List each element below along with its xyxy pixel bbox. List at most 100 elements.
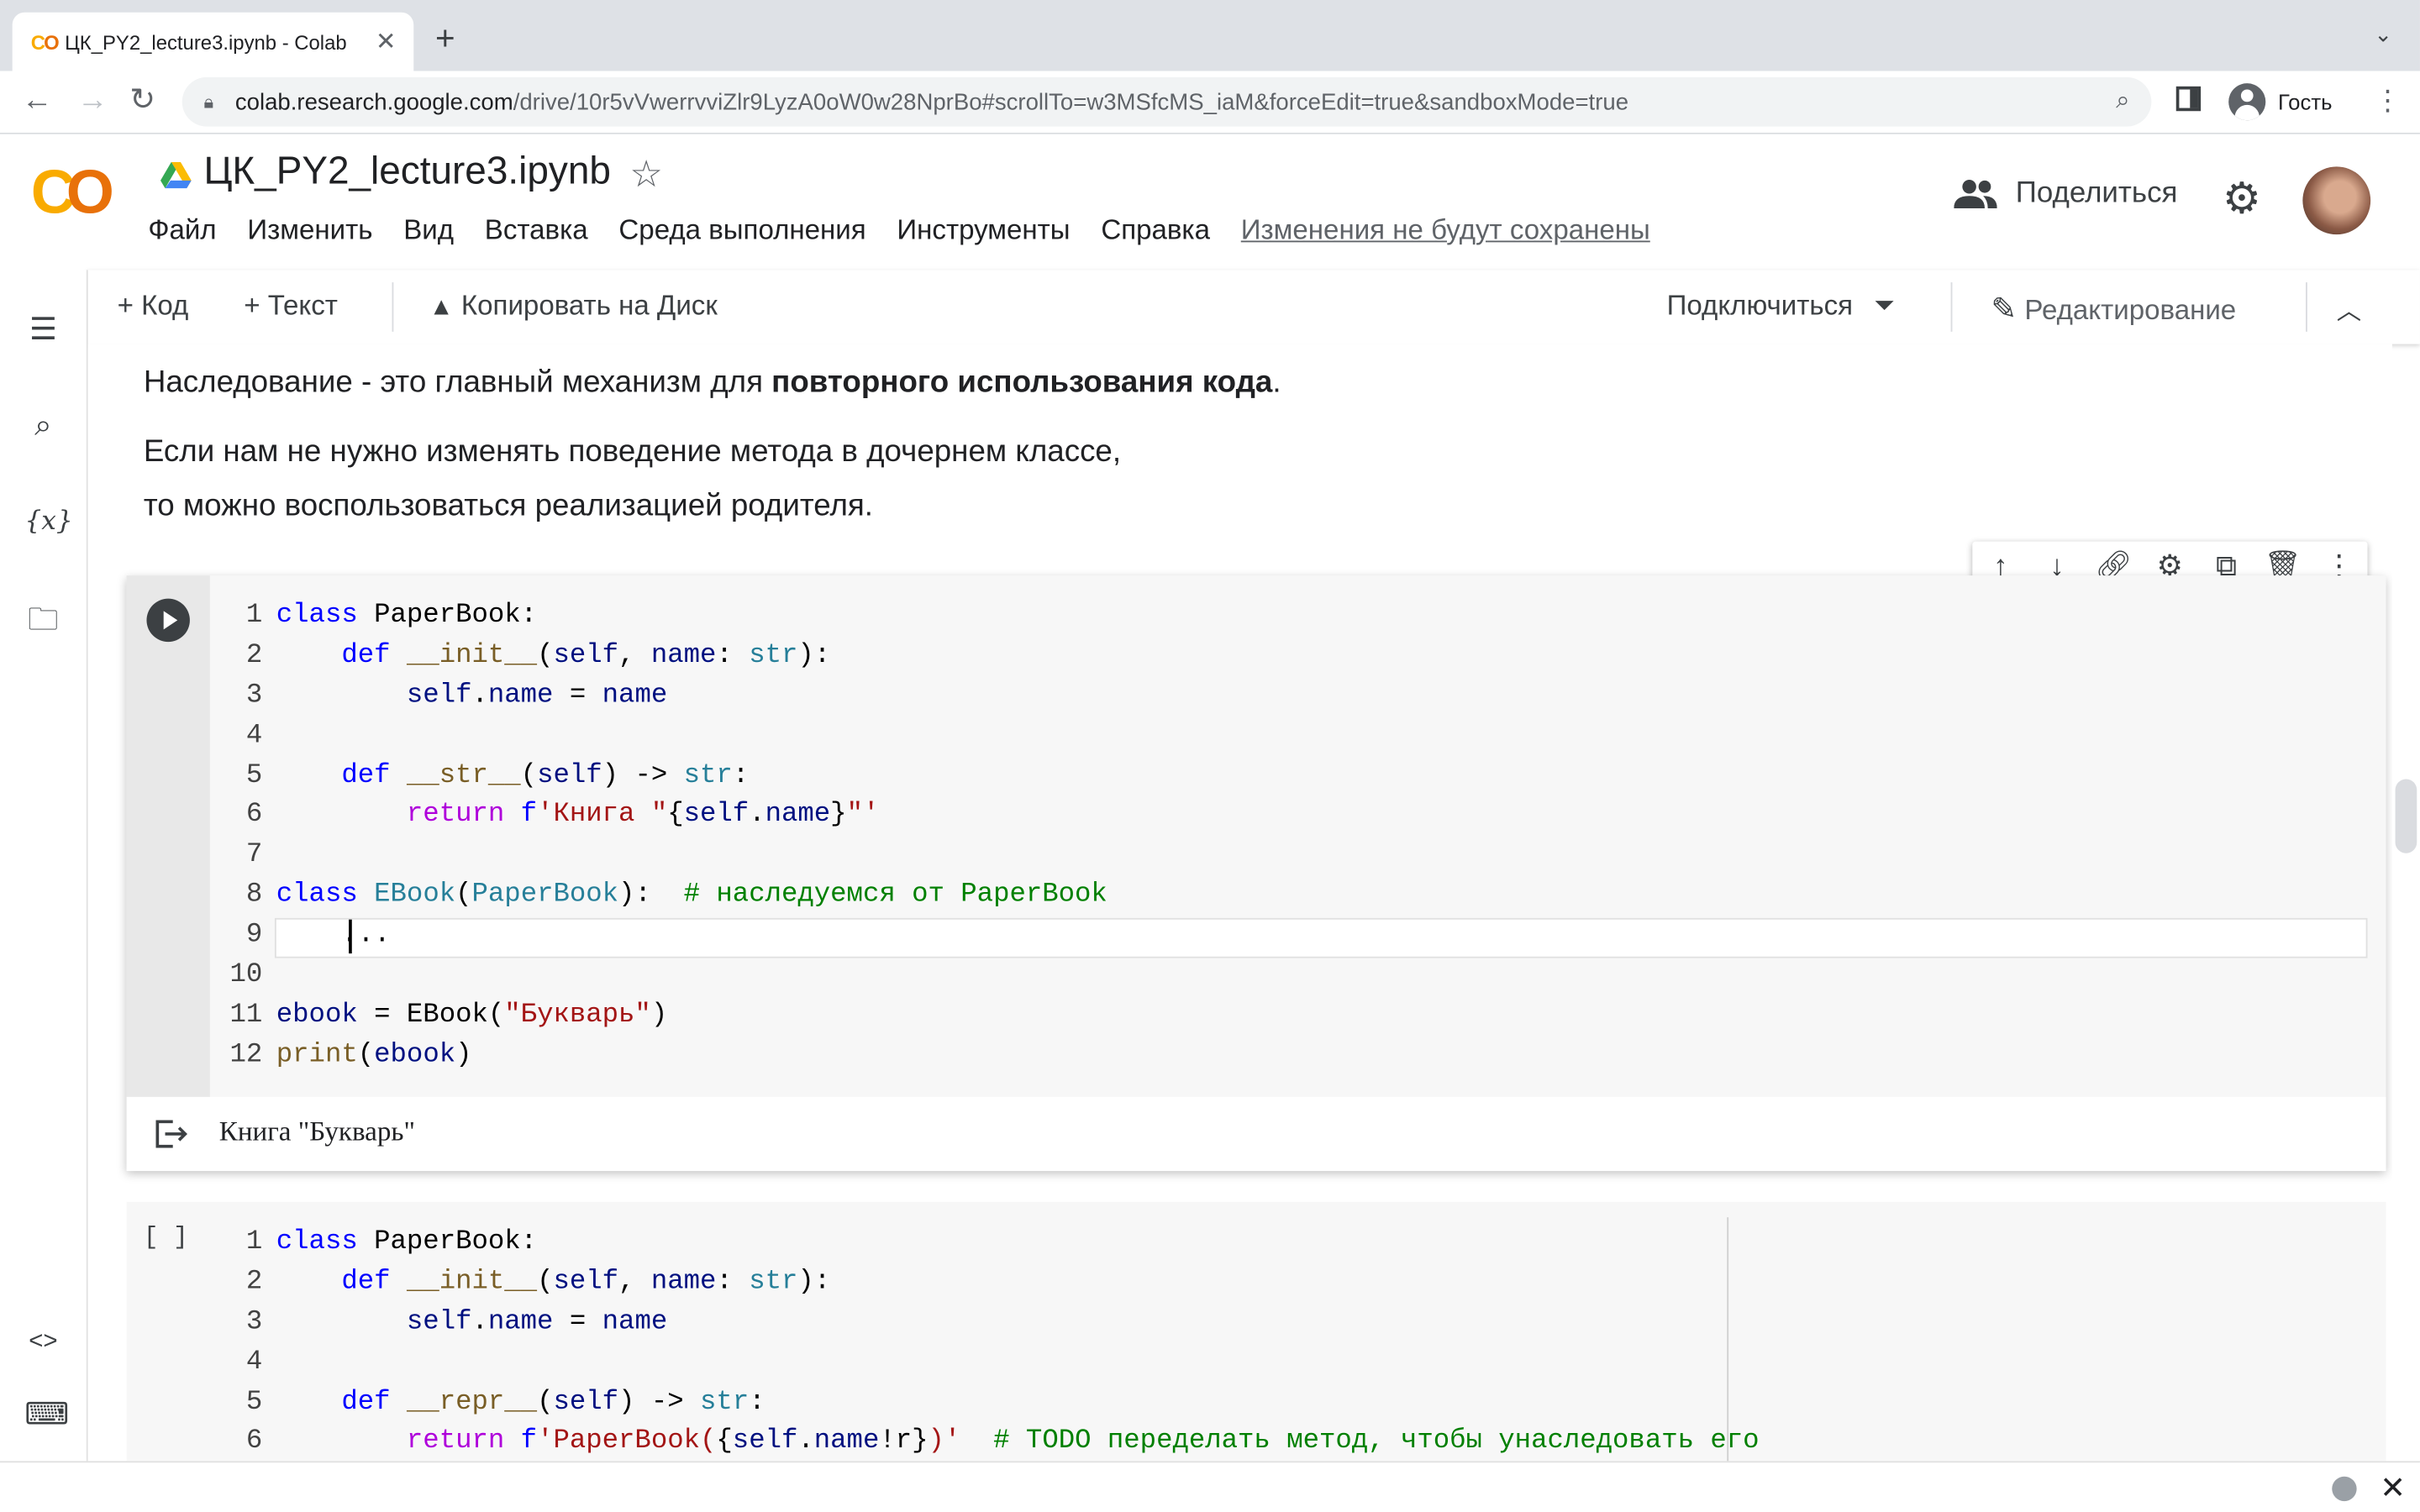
close-icon[interactable]: ✕ <box>2380 1469 2406 1508</box>
line-number: 5 <box>245 1386 263 1418</box>
add-code-button[interactable]: + Код <box>118 290 189 323</box>
text-paragraph: Наследование - это главный механизм для … <box>144 356 1281 410</box>
browser-menu-icon[interactable]: ⋮ <box>2374 87 2402 114</box>
code-line: 7 <box>210 837 2386 877</box>
line-number: 3 <box>245 680 263 711</box>
code-cell[interactable]: [ ] 1 class PaperBook: 2 def __init__(sel… <box>126 1201 2386 1462</box>
connect-button[interactable]: Подключиться <box>1667 290 1893 323</box>
terminal-icon[interactable]: ⌨︎ <box>24 1396 69 1433</box>
caret-down-icon <box>1874 301 1893 311</box>
copy-to-drive-button[interactable]: ▲ Копировать на Диск <box>429 290 718 323</box>
menu-file[interactable]: Файл <box>148 214 216 247</box>
profile-button[interactable]: Гость <box>2226 77 2351 127</box>
line-number: 11 <box>229 1000 263 1031</box>
text-line: Наследование - это главный механизм для <box>143 365 772 400</box>
code-line: 2 def __init__(self, name: str): <box>210 637 2386 677</box>
back-icon[interactable]: ← <box>22 83 53 117</box>
code-line: 1 class PaperBook: <box>210 1224 2386 1264</box>
colab-header: CO ЦК_PY2_lecture3.ipynb ☆ Файл Изменить… <box>0 134 2420 270</box>
settings-gear-icon[interactable]: ⚙ <box>2223 176 2261 220</box>
menu-tools[interactable]: Инструменты <box>897 214 1070 247</box>
code-line: 3 self.name = name <box>210 677 2386 717</box>
command-bar: + Код + Текст ▲ Копировать на Диск Подкл… <box>86 270 2420 344</box>
collapse-header-icon[interactable]: ︿ <box>2337 290 2361 327</box>
output-text: Книга "Букварь" <box>218 1115 415 1147</box>
text-cursor <box>349 919 352 954</box>
code-editor[interactable]: 1 class PaperBook: 2 def __init__(self, n… <box>210 1224 2386 1462</box>
table-of-contents-icon[interactable]: ☰ <box>24 312 61 349</box>
add-text-button[interactable]: + Текст <box>244 290 338 323</box>
code-line: 3 self.name = name <box>210 1304 2386 1344</box>
folder-icon[interactable]: 🗀︎ <box>24 601 61 638</box>
connect-label: Подключиться <box>1666 290 1854 322</box>
menu-view[interactable]: Вид <box>403 214 454 247</box>
guest-avatar-icon <box>2228 83 2266 121</box>
run-cell-button[interactable] <box>146 598 190 643</box>
cell-gutter <box>126 575 210 1097</box>
share-button[interactable]: Поделиться <box>1954 177 2177 211</box>
code-cell[interactable]: 1 class PaperBook: 2 def __init__(self, n… <box>126 575 2386 1172</box>
colab-logo[interactable]: CO <box>31 159 114 228</box>
toolbar-divider <box>2306 282 2307 332</box>
browser-tab[interactable]: CO ЦК_PY2_lecture3.ipynb - Colab ✕ <box>12 12 414 71</box>
notebook-title[interactable]: ЦК_PY2_lecture3.ipynb <box>203 150 610 194</box>
new-tab-icon[interactable]: + <box>435 21 455 55</box>
search-icon[interactable]: ⌕ <box>24 407 61 444</box>
text-line: Если нам не нужно изменять поведение мет… <box>143 434 1122 470</box>
line-number: 2 <box>245 640 263 671</box>
code-line: 4 <box>210 1343 2386 1383</box>
zoom-icon[interactable]: ⌕ <box>2116 88 2129 116</box>
colab-favicon-icon: CO <box>30 29 60 54</box>
lock-icon: 🔒︎ <box>203 90 214 113</box>
reload-icon[interactable]: ↻ <box>129 83 155 117</box>
active-line-highlight <box>274 918 2368 958</box>
forward-icon[interactable]: → <box>77 83 108 117</box>
code-editor[interactable]: 1 class PaperBook: 2 def __init__(self, n… <box>210 597 2386 1077</box>
drive-icon[interactable] <box>160 161 192 190</box>
status-bar: ✕ <box>0 1461 2420 1512</box>
profile-label: Гость <box>2277 89 2333 114</box>
cell-output: Книга "Букварь" <box>126 1096 2386 1172</box>
line-number: 5 <box>245 759 263 791</box>
line-number: 1 <box>245 600 263 632</box>
menu-help[interactable]: Справка <box>1101 214 1210 247</box>
output-icon[interactable] <box>155 1119 188 1150</box>
line-number: 6 <box>245 800 263 831</box>
line-number: 6 <box>245 1425 263 1457</box>
side-panel-icon[interactable] <box>2175 86 2202 112</box>
address-bar[interactable]: 🔒︎ colab.research.google.com/drive/10r5v… <box>182 76 2152 127</box>
drive-small-icon: ▲ <box>429 294 454 322</box>
code-line: 2 def __init__(self, name: str): <box>210 1263 2386 1304</box>
menu-runtime[interactable]: Среда выполнения <box>618 214 865 247</box>
notebook-area: Наследование - это главный механизм для … <box>87 344 2392 1462</box>
text-paragraph: Если нам не нужно изменять поведение мет… <box>144 426 1281 534</box>
line-number: 4 <box>245 720 263 751</box>
close-tab-icon[interactable]: ✕ <box>373 26 397 57</box>
code-line: 8 class EBook(PaperBook): # наследуемся о… <box>210 877 2386 917</box>
browser-toolbar: ← → ↻ 🔒︎ colab.research.google.com/drive… <box>0 71 2420 134</box>
browser-tabstrip: CO ЦК_PY2_lecture3.ipynb - Colab ✕ + ⌄ <box>0 0 2420 71</box>
star-icon[interactable]: ☆ <box>629 153 663 197</box>
left-sidebar: ☰ ⌕ {x} 🗀︎ <> ⌨︎ <box>0 270 88 1512</box>
code-snippets-icon[interactable]: <> <box>24 1324 61 1361</box>
menu-edit[interactable]: Изменить <box>247 214 372 247</box>
editing-label: Редактирование <box>2024 294 2237 326</box>
menu-bar: Файл Изменить Вид Вставка Среда выполнен… <box>148 214 1681 247</box>
menu-insert[interactable]: Вставка <box>485 214 588 247</box>
chevron-down-icon[interactable]: ⌄ <box>2374 22 2392 48</box>
execution-count[interactable]: [ ] <box>144 1224 188 1252</box>
line-number: 1 <box>245 1226 263 1257</box>
line-number: 7 <box>245 839 263 871</box>
editing-mode-button[interactable]: ✎ Редактирование <box>1991 290 2236 328</box>
user-avatar[interactable] <box>2302 166 2371 235</box>
code-line: 6 return f'Книга "{self.name}"' <box>210 797 2386 837</box>
variables-icon[interactable]: {x} <box>24 503 72 540</box>
share-label: Поделиться <box>2015 177 2178 210</box>
code-line: 11 ebook = EBook("Букварь") <box>210 996 2386 1037</box>
text-line: . <box>1272 365 1281 400</box>
unsaved-changes-link[interactable]: Изменения не будут сохранены <box>1241 214 1650 247</box>
status-indicator[interactable] <box>2332 1476 2357 1502</box>
scrollbar-thumb[interactable] <box>2395 779 2417 853</box>
url-domain: colab.research.google.com <box>234 88 513 115</box>
text-cell[interactable]: Наследование - это главный механизм для … <box>144 356 1281 533</box>
